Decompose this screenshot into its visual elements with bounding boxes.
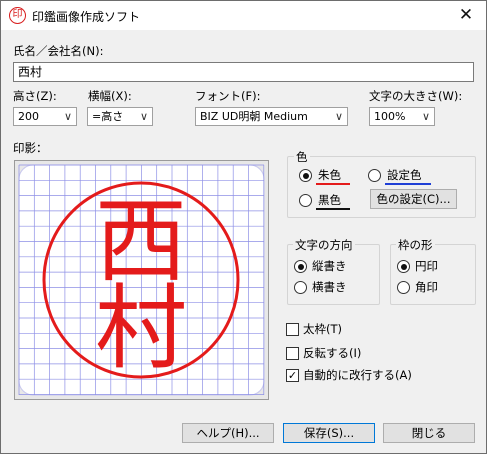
custom-color-underline <box>385 183 431 185</box>
invert-label: 反転する(I) <box>303 346 362 360</box>
vertical-label: 縦書き <box>312 259 347 273</box>
seal-char-2: 村 <box>95 275 187 382</box>
radio-color-custom[interactable] <box>368 169 381 182</box>
chevron-down-icon: ∨ <box>421 110 430 123</box>
width-select-value: =高さ <box>92 110 124 123</box>
color-settings-button[interactable]: 色の設定(C)... <box>370 189 457 209</box>
chevron-down-icon: ∨ <box>139 110 148 123</box>
chevron-down-icon: ∨ <box>63 110 72 123</box>
seal-preview: 西 村 <box>14 160 269 400</box>
radio-color-vermilion[interactable] <box>299 169 312 182</box>
chevron-down-icon: ∨ <box>334 110 343 123</box>
font-select[interactable]: BIZ UD明朝 Medium ∨ <box>195 107 348 126</box>
width-select[interactable]: =高さ ∨ <box>87 107 153 126</box>
seal-app-icon: 印 <box>9 7 26 24</box>
close-icon[interactable]: ✕ <box>446 1 486 30</box>
vermilion-underline <box>316 183 350 185</box>
frame-shape-group <box>390 244 476 305</box>
name-label: 氏名／会社名(N): <box>13 44 104 58</box>
radio-round-seal[interactable] <box>397 260 410 273</box>
height-label: 高さ(Z): <box>13 89 57 103</box>
size-select-value: 100% <box>374 110 406 123</box>
horizontal-label: 横書き <box>312 280 347 294</box>
seal-preview-canvas: 西 村 <box>18 164 265 396</box>
name-input[interactable]: 西村 <box>13 62 474 82</box>
color-vermilion-label: 朱色 <box>318 168 341 182</box>
height-select-value: 200 <box>18 110 39 123</box>
black-underline <box>316 208 350 210</box>
direction-group-title: 文字の方向 <box>293 237 355 253</box>
auto-wrap-label: 自動的に改行する(A) <box>303 368 412 382</box>
width-label: 横幅(X): <box>88 89 132 103</box>
close-button[interactable]: 閉じる <box>383 423 475 443</box>
app-window: 印 印鑑画像作成ソフト ✕ 氏名／会社名(N): 西村 高さ(Z): 200 ∨… <box>0 0 487 454</box>
title-bar: 印 印鑑画像作成ソフト ✕ <box>1 1 486 30</box>
frame-group-title: 枠の形 <box>396 237 435 253</box>
font-select-value: BIZ UD明朝 Medium <box>200 110 308 123</box>
radio-color-black[interactable] <box>299 194 312 207</box>
color-custom-label: 設定色 <box>387 168 422 182</box>
radio-vertical[interactable] <box>294 260 307 273</box>
name-input-value: 西村 <box>18 65 43 79</box>
round-seal-label: 円印 <box>415 259 438 273</box>
height-select[interactable]: 200 ∨ <box>13 107 77 126</box>
radio-square-seal[interactable] <box>397 281 410 294</box>
window-title: 印鑑画像作成ソフト <box>32 10 141 24</box>
save-button[interactable]: 保存(S)... <box>283 423 375 443</box>
radio-horizontal[interactable] <box>294 281 307 294</box>
help-button[interactable]: ヘルプ(H)... <box>182 423 274 443</box>
thick-frame-label: 太枠(T) <box>303 322 342 336</box>
color-black-label: 黒色 <box>318 193 341 207</box>
auto-wrap-checkbox[interactable]: ✓ <box>286 369 299 382</box>
thick-frame-checkbox[interactable] <box>286 323 299 336</box>
font-label: フォント(F): <box>195 89 261 103</box>
color-group-title: 色 <box>294 149 310 165</box>
invert-checkbox[interactable] <box>286 347 299 360</box>
square-seal-label: 角印 <box>415 280 438 294</box>
direction-group <box>287 244 380 305</box>
preview-label: 印影： <box>13 141 48 155</box>
size-select[interactable]: 100% ∨ <box>369 107 435 126</box>
size-label: 文字の大きさ(W): <box>369 89 463 103</box>
